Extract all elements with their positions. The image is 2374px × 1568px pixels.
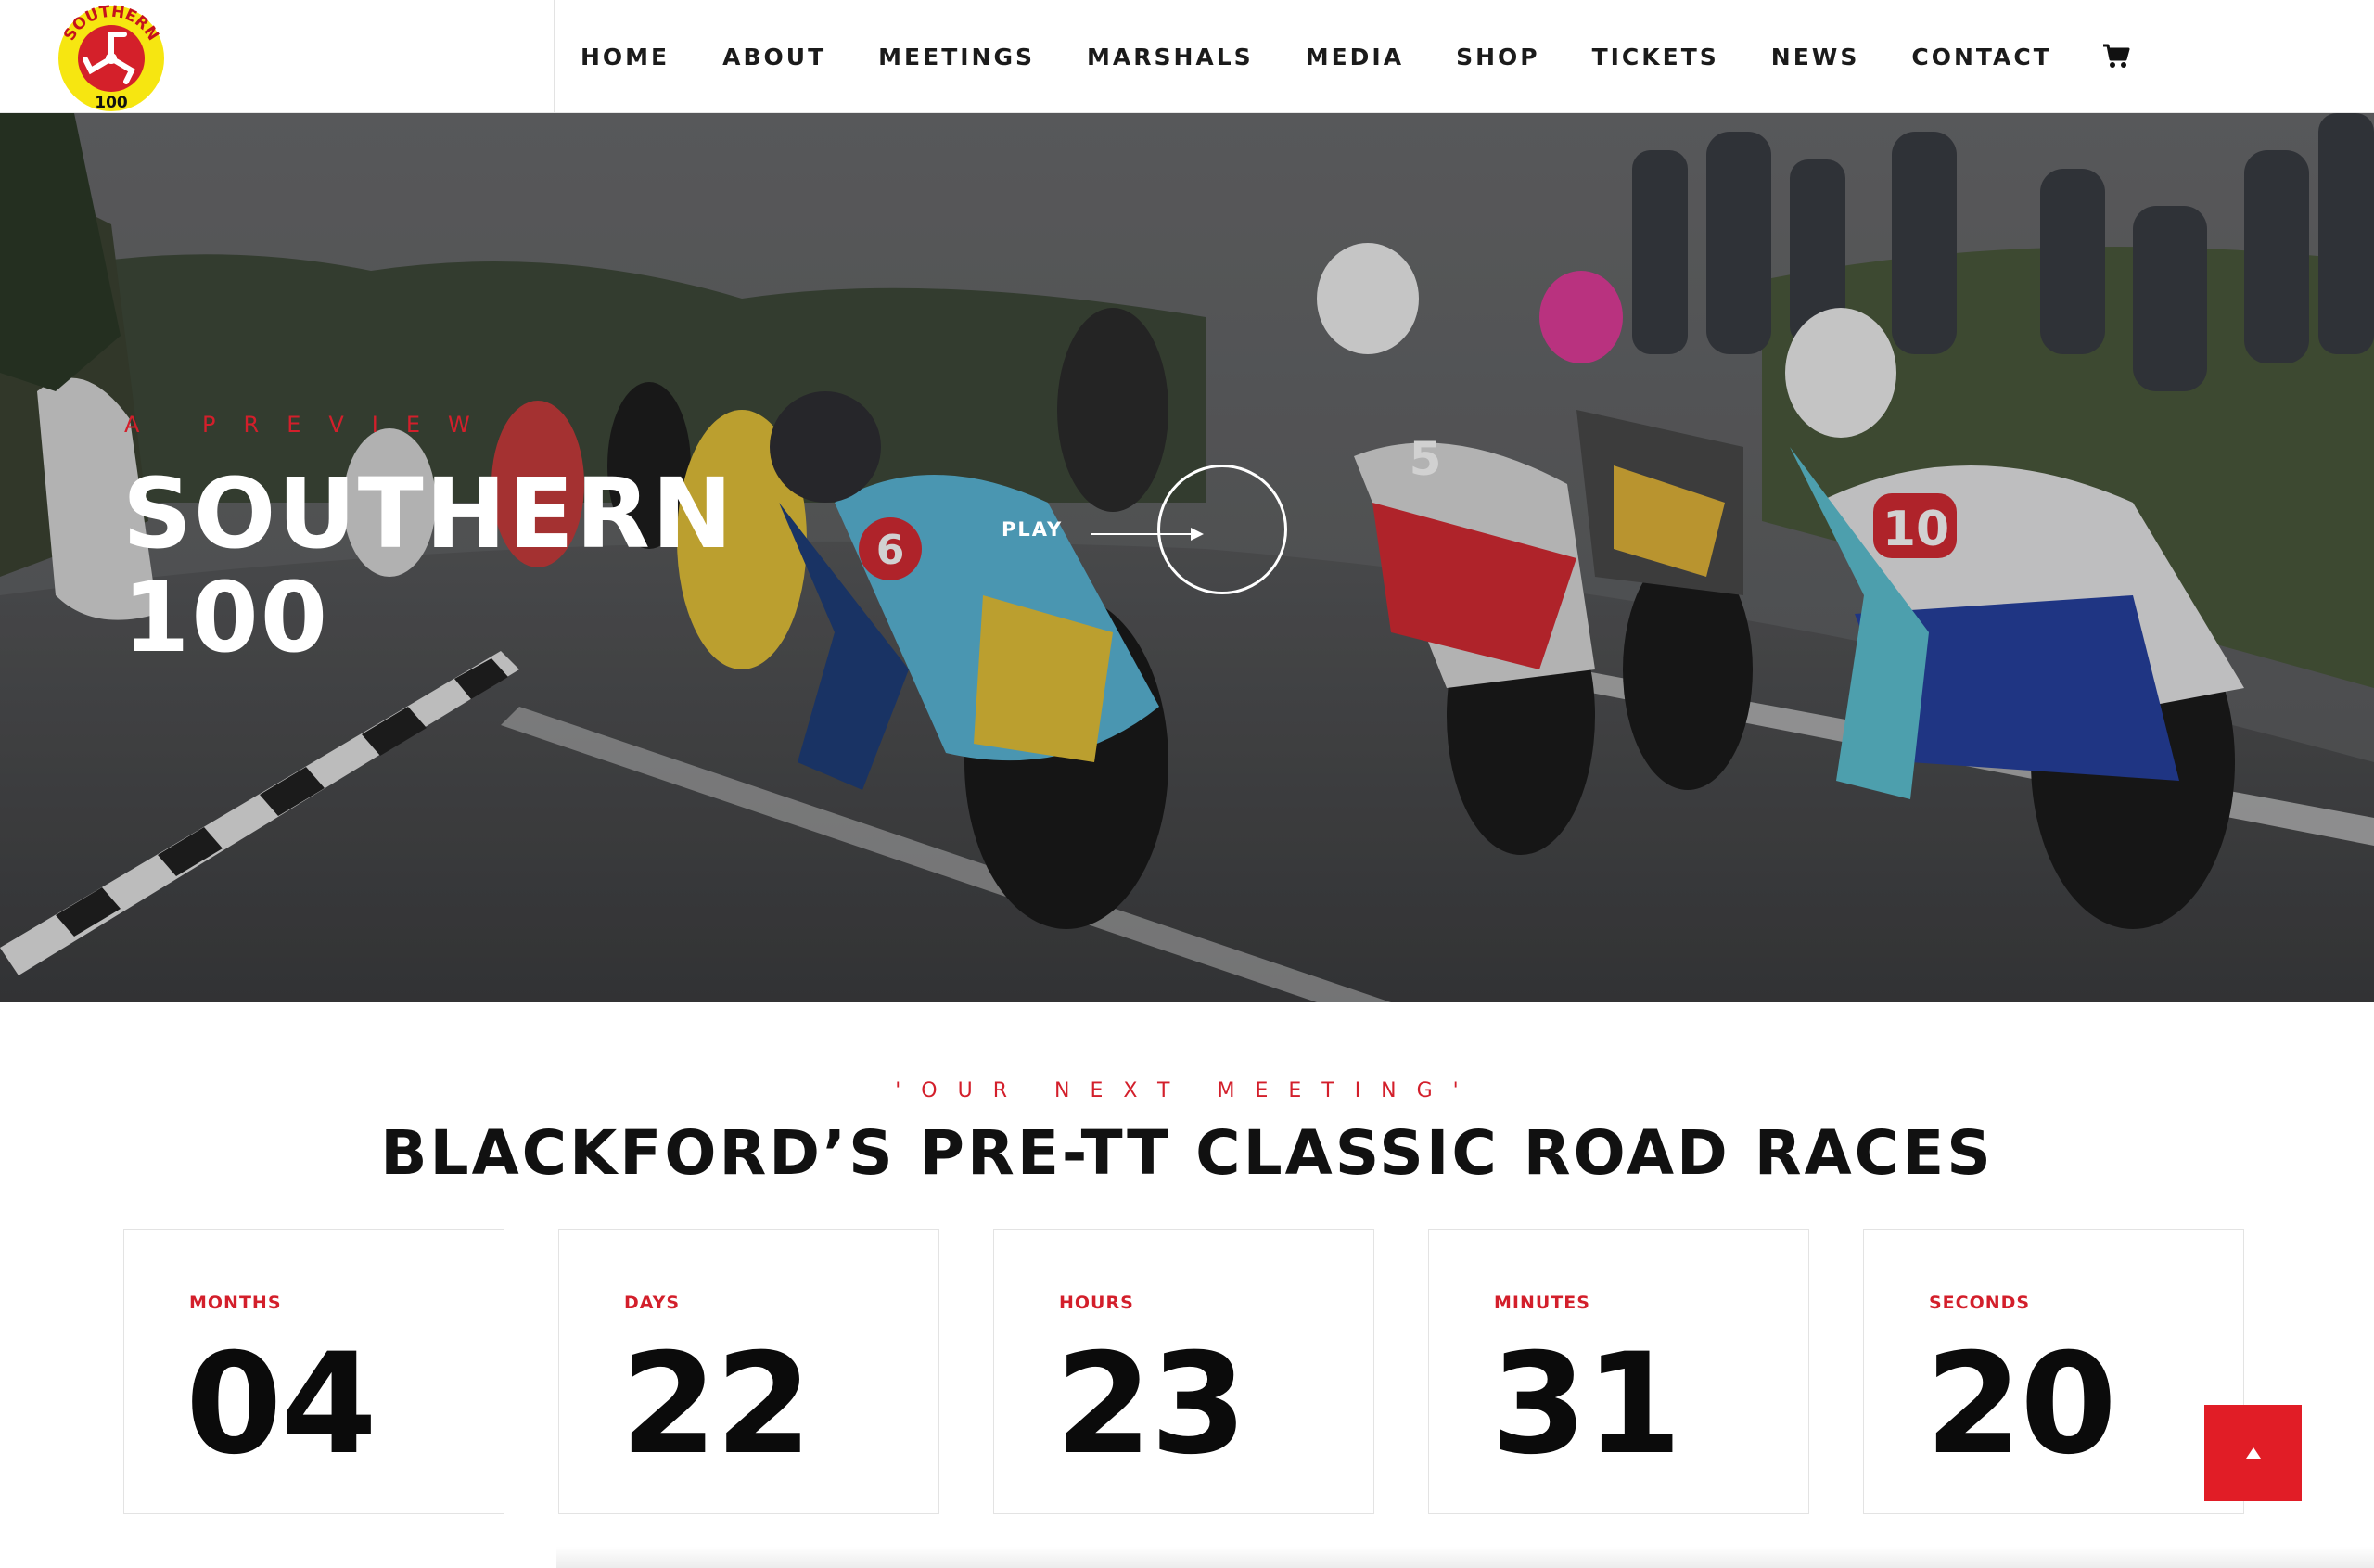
countdown-label: DAYS bbox=[624, 1293, 681, 1313]
countdown-label: HOURS bbox=[1059, 1293, 1134, 1313]
nav-meetings[interactable]: MEETINGS bbox=[852, 0, 1061, 113]
next-meeting-kicker: 'OUR NEXT MEETING' bbox=[895, 1079, 1479, 1103]
site-header: SOUTHERN 100 HOME ABOUT MEETINGS MARSHAL… bbox=[0, 0, 2374, 113]
countdown-seconds: SECONDS 20 bbox=[1863, 1229, 2244, 1514]
countdown-value: 23 bbox=[1055, 1324, 1247, 1485]
nav-contact[interactable]: CONTACT bbox=[1885, 0, 2077, 113]
play-label: PLAY bbox=[1002, 518, 1064, 541]
countdown-minutes: MINUTES 31 bbox=[1428, 1229, 1809, 1514]
nav-media[interactable]: MEDIA bbox=[1280, 0, 1430, 113]
hero-banner: 6 5 10 A PREVIEW SOUTHERN 100 PLAY bbox=[0, 113, 2374, 1002]
play-circle-icon bbox=[1157, 465, 1287, 594]
next-meeting-title: BLACKFORD’S PRE-TT CLASSIC ROAD RACES bbox=[380, 1117, 1994, 1189]
countdown-label: MONTHS bbox=[189, 1293, 282, 1313]
nav-tickets[interactable]: TICKETS bbox=[1566, 0, 1745, 113]
logo-text-bottom: 100 bbox=[95, 94, 128, 112]
main-nav: HOME ABOUT MEETINGS MARSHALS MEDIA SHOP … bbox=[554, 0, 2154, 113]
countdown-value: 20 bbox=[1925, 1324, 2117, 1485]
site-logo[interactable]: SOUTHERN 100 bbox=[52, 3, 171, 113]
play-video-button[interactable]: PLAY bbox=[1002, 465, 1298, 609]
nav-home[interactable]: HOME bbox=[554, 0, 697, 113]
nav-marshals[interactable]: MARSHALS bbox=[1061, 0, 1280, 113]
countdown-hours: HOURS 23 bbox=[993, 1229, 1374, 1514]
hero-kicker: A PREVIEW bbox=[124, 412, 498, 438]
nav-news[interactable]: NEWS bbox=[1745, 0, 1886, 113]
cart-button[interactable] bbox=[2078, 0, 2154, 113]
hero-title: SOUTHERN 100 bbox=[122, 457, 734, 674]
nav-about[interactable]: ABOUT bbox=[696, 0, 852, 113]
countdown-value: 31 bbox=[1490, 1324, 1682, 1485]
arrow-up-icon bbox=[2245, 1447, 2261, 1459]
countdown-label: MINUTES bbox=[1494, 1293, 1590, 1313]
shopping-cart-icon bbox=[2102, 44, 2130, 68]
countdown-value: 04 bbox=[185, 1324, 377, 1485]
countdown-label: SECONDS bbox=[1929, 1293, 2031, 1313]
section-divider bbox=[556, 1547, 2374, 1568]
countdown-value: 22 bbox=[620, 1324, 812, 1485]
nav-shop[interactable]: SHOP bbox=[1430, 0, 1566, 113]
countdown-days: DAYS 22 bbox=[558, 1229, 939, 1514]
countdown: MONTHS 04 DAYS 22 HOURS 23 MINUTES 31 SE… bbox=[123, 1229, 2247, 1514]
countdown-months: MONTHS 04 bbox=[123, 1229, 504, 1514]
scroll-to-top-button[interactable] bbox=[2204, 1405, 2302, 1501]
